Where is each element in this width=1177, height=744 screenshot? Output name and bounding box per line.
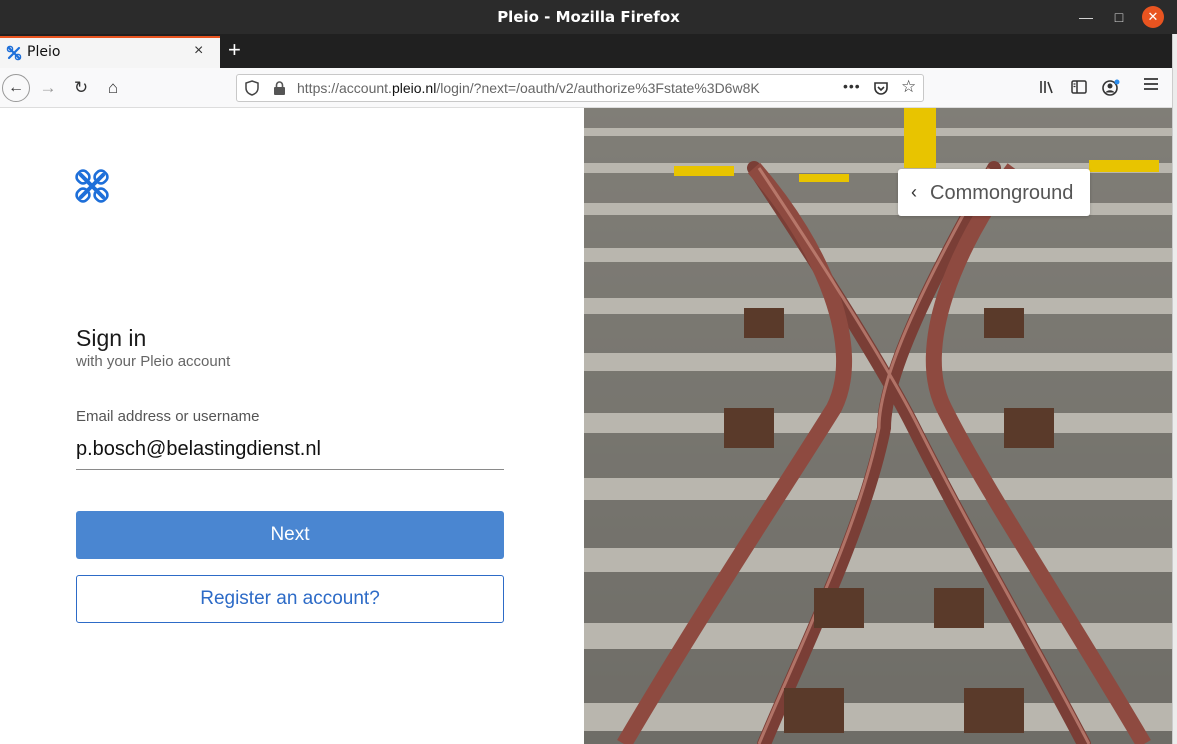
community-label: Commonground — [930, 182, 1074, 204]
page-title: Sign in — [76, 325, 147, 351]
email-label: Email address or username — [76, 408, 260, 425]
url-bar[interactable]: https://account.pleio.nl/login/?next=/oa… — [236, 74, 924, 102]
tab-pleio[interactable]: Pleio × — [0, 36, 220, 68]
window-edge — [1172, 34, 1177, 744]
sidebar-toggle-icon[interactable] — [1070, 78, 1088, 100]
url-path: /login/?next=/oauth/v2/authorize%3Fstate… — [436, 80, 760, 96]
lock-icon[interactable] — [273, 81, 286, 95]
community-back-button[interactable]: ‹ Commonground — [898, 169, 1090, 216]
page-subtitle: with your Pleio account — [76, 353, 231, 370]
pleio-logo-icon — [75, 169, 109, 203]
hamburger-menu-icon[interactable] — [1143, 76, 1159, 97]
email-field[interactable] — [76, 430, 504, 470]
url-host: pleio.nl — [391, 80, 437, 96]
chevron-left-icon: ‹ — [911, 182, 917, 202]
next-button[interactable]: Next — [76, 511, 504, 559]
library-icon[interactable] — [1038, 78, 1056, 100]
window-titlebar: Pleio - Mozilla Firefox — □ ✕ — [0, 0, 1177, 34]
shield-icon[interactable] — [245, 80, 259, 96]
home-button[interactable]: ⌂ — [101, 76, 125, 100]
window-title: Pleio - Mozilla Firefox — [497, 8, 680, 26]
pleio-favicon-icon — [6, 45, 22, 61]
pocket-icon[interactable] — [873, 80, 889, 96]
register-button[interactable]: Register an account? — [76, 575, 504, 623]
tab-label: Pleio — [27, 44, 61, 60]
new-tab-button[interactable]: + — [228, 38, 241, 62]
bookmark-star-icon[interactable]: ☆ — [901, 77, 916, 97]
back-button[interactable]: ← — [2, 74, 30, 102]
forward-button[interactable]: → — [36, 76, 60, 100]
url-text[interactable]: https://account.pleio.nl/login/?next=/oa… — [297, 80, 845, 96]
tab-close-icon[interactable]: × — [194, 42, 203, 60]
account-icon[interactable] — [1101, 78, 1121, 102]
nav-bar: ← → ↻ ⌂ https://account.pleio.nl/login/?… — [0, 68, 1172, 108]
page-actions-button[interactable]: ••• — [843, 78, 861, 94]
url-prefix: https://account. — [297, 80, 392, 96]
close-icon[interactable]: ✕ — [1142, 6, 1164, 28]
tab-bar: Pleio × — [0, 34, 1177, 68]
minimize-icon[interactable]: — — [1075, 6, 1097, 28]
maximize-icon[interactable]: □ — [1108, 6, 1130, 28]
reload-button[interactable]: ↻ — [69, 76, 93, 100]
